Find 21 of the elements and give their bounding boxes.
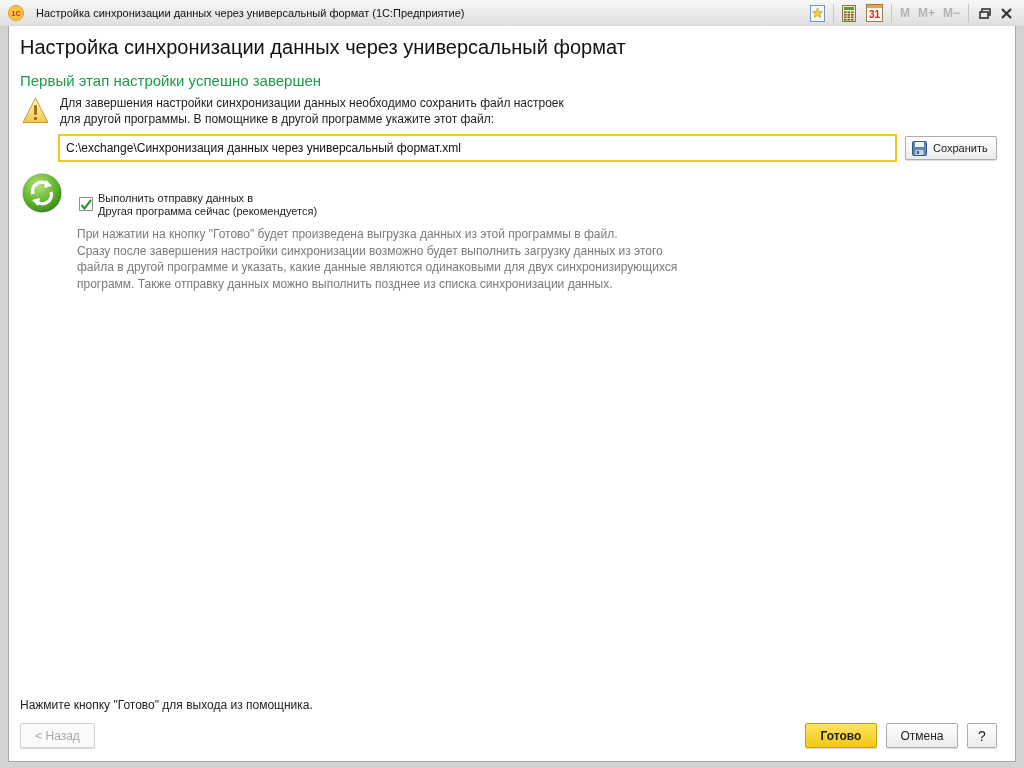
cancel-button[interactable]: Отмена (886, 723, 958, 748)
done-button[interactable]: Готово (805, 723, 877, 748)
calculator-icon[interactable] (841, 4, 856, 22)
window-title: Настройка синхронизации данных через универсальный формат (1С:Предприятие) (36, 5, 465, 21)
checkbox[interactable] (79, 197, 93, 211)
page-heading: Настройка синхронизации данных через универсальный формат (20, 35, 626, 59)
checkbox-label[interactable]: Выполнить отправку данных в Другая программа сейчас (рекомендуется) (98, 192, 318, 218)
help-button[interactable]: ? (967, 723, 997, 748)
file-path-field[interactable]: C:\exchange\Синхронизация данных через универсальный формат.xml (58, 134, 897, 162)
close-icon[interactable] (1001, 7, 1012, 19)
instruction-text: Для завершения настройки синхронизации данных необходимо сохранить файл настроек для другой программы. В помощнике в другой программе укажите этот файл: (60, 95, 564, 127)
save-button[interactable]: Сохранить (905, 136, 997, 160)
favorite-icon[interactable] (809, 4, 825, 22)
warning-icon (22, 97, 49, 124)
calendar-button[interactable]: 31 (865, 4, 883, 22)
sync-icon (22, 172, 62, 214)
check-icon (80, 198, 92, 210)
footer-hint: Нажмите кнопку "Готово" для выхода из помощника. (20, 697, 313, 713)
description-text: При нажатии на кнопку "Готово" будет произведена выгрузка данных из этой программы в файл. Сразу после завершения настройки синхронизации возможно будет выполнить загрузку данных из этого файла в другой программе и указать, какие данные являются одинаковыми для двух синхронизирующихся программ. Также отправку данных можно выполнить позднее из списка синхронизации данных. (77, 226, 678, 292)
stage-title: Первый этап настройки успешно завершен (20, 72, 322, 90)
restore-window-icon[interactable] (979, 7, 991, 19)
